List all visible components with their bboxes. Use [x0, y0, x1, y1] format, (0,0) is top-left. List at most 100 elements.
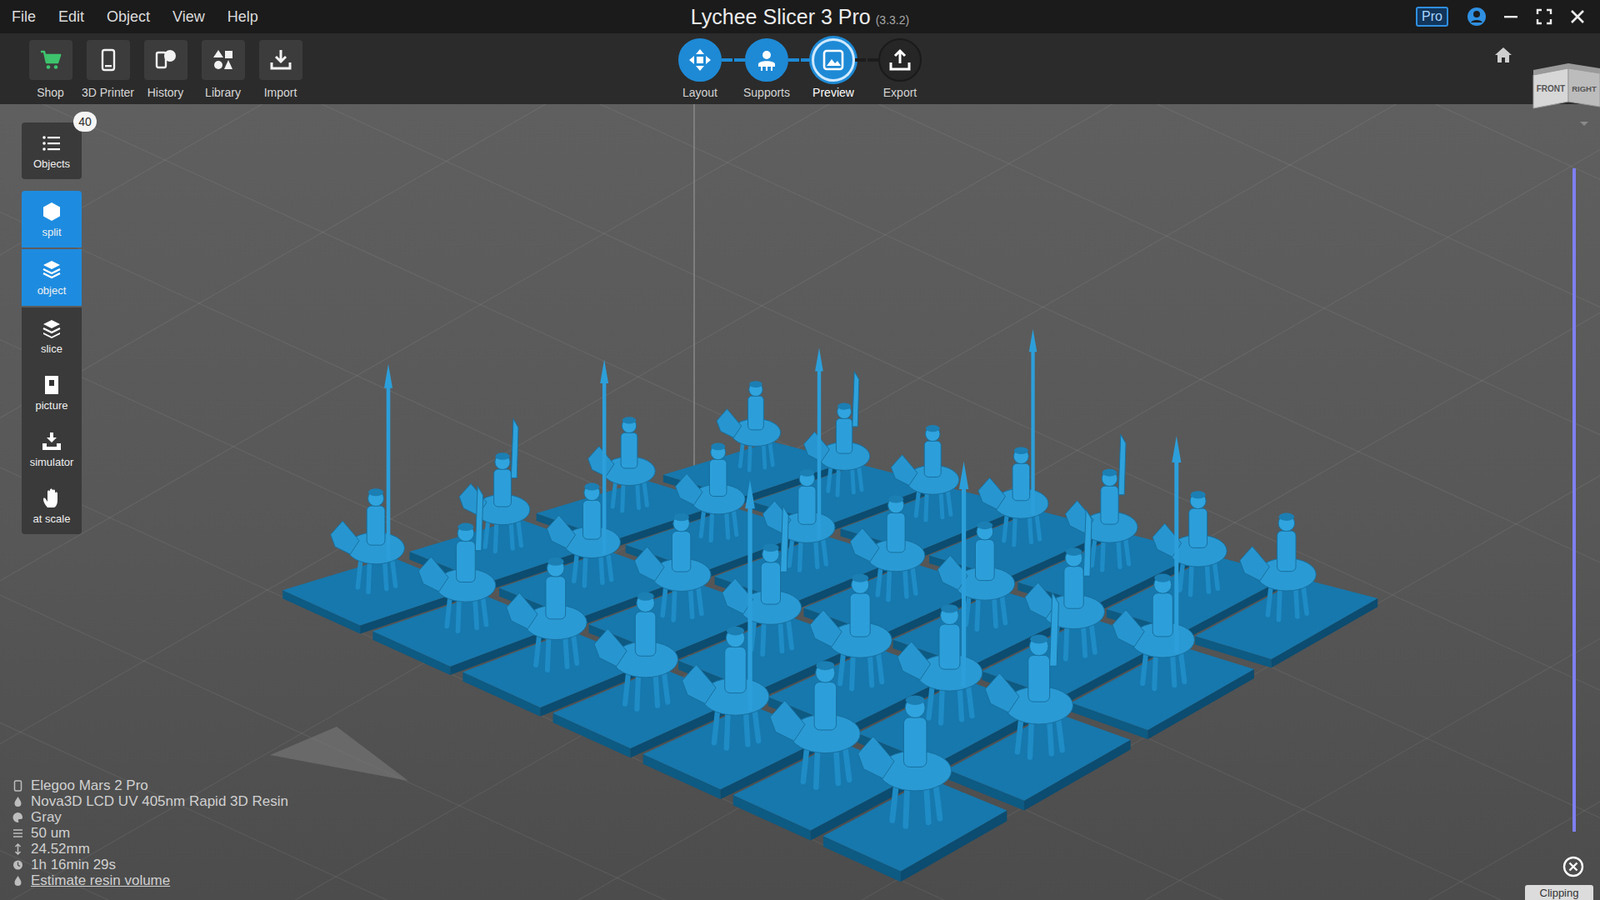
rider-torso	[583, 500, 602, 540]
rider-torso	[924, 440, 941, 477]
info-text: 1h 16min 29s	[30, 856, 116, 873]
workflow-step[interactable]: Preview	[800, 38, 867, 100]
menu-item[interactable]: Edit	[58, 8, 85, 26]
sword	[1050, 592, 1060, 666]
object-layers-icon	[40, 259, 63, 281]
minimize-icon[interactable]	[1501, 7, 1520, 26]
lance	[1030, 350, 1035, 515]
step-button[interactable]	[678, 38, 722, 82]
workflow-step[interactable]: Supports	[733, 38, 800, 100]
side-tool-button[interactable]: picture	[21, 364, 82, 421]
lance	[747, 506, 752, 711]
horse-head	[978, 477, 1006, 510]
horse-head	[985, 673, 1020, 713]
step-button[interactable]	[878, 38, 922, 82]
color-icon	[12, 811, 24, 824]
miniature-model[interactable]	[857, 461, 1042, 775]
toolbar-button[interactable]: 3D Printer	[79, 40, 137, 100]
maximize-icon[interactable]	[1535, 7, 1554, 26]
info-row[interactable]: Estimate resin volume	[12, 872, 289, 889]
estimate-link[interactable]: Estimate resin volume	[30, 872, 170, 889]
axis-line	[693, 104, 695, 480]
workflow-steps: Layout Supports Preview Export	[666, 33, 934, 100]
rider-torso	[939, 624, 960, 670]
side-tool-button[interactable]: at scale	[21, 477, 82, 535]
pro-badge[interactable]: Pro	[1415, 6, 1449, 27]
account-icon[interactable]	[1466, 6, 1487, 27]
miniature-model[interactable]	[929, 329, 1114, 587]
rider-torso	[1100, 485, 1119, 525]
side-toolbar: Objects 40 split object slice picture si…	[21, 122, 82, 535]
toolbar-button-box[interactable]	[144, 40, 188, 80]
step-button[interactable]	[811, 38, 855, 82]
info-text: 50 um	[30, 825, 70, 841]
miniature-model[interactable]	[499, 359, 685, 628]
cube-front-face[interactable]	[1533, 68, 1569, 109]
floor-grid	[0, 104, 1600, 900]
miniature-model[interactable]	[678, 505, 864, 701]
miniature-model[interactable]	[823, 695, 1008, 883]
cube-menu-icon[interactable]	[1580, 121, 1589, 126]
menu-item[interactable]: Object	[106, 8, 150, 26]
rider-torso	[903, 717, 926, 767]
toolbar-button-box[interactable]	[259, 40, 303, 80]
miniature-model[interactable]	[715, 347, 900, 612]
view-cube[interactable]: FRONTRIGHT	[1530, 58, 1600, 130]
side-tool-button[interactable]: Objects 40	[21, 122, 82, 180]
toolbar-button-box[interactable]	[86, 40, 130, 80]
toolbar-button-box[interactable]	[29, 40, 73, 80]
workflow-step[interactable]: Layout	[666, 38, 734, 100]
reset-clipping-icon[interactable]	[1561, 855, 1585, 879]
lance-tip	[600, 359, 609, 384]
miniature-model[interactable]	[1070, 435, 1255, 740]
window-title: Lychee Slicer 3 Pro (3.3.2)	[690, 5, 910, 30]
rider-cap	[457, 523, 474, 531]
side-tool-button[interactable]: simulator	[21, 420, 82, 478]
lance	[602, 381, 607, 555]
rider-cap	[888, 495, 904, 503]
history-icon	[153, 47, 179, 73]
rider-cap	[1102, 469, 1118, 477]
side-tool-button[interactable]: object	[21, 249, 82, 306]
horse-head	[418, 556, 449, 592]
miniature-model[interactable]	[947, 592, 1131, 810]
lance-tip	[745, 480, 755, 509]
info-text: 24.52mm	[30, 840, 90, 857]
lance-tip	[1029, 329, 1038, 353]
cube-front-label: FRONT	[1536, 84, 1565, 94]
clipping-slider[interactable]	[1572, 168, 1576, 832]
list-icon	[40, 132, 63, 155]
toolbar-button[interactable]: Library	[194, 40, 252, 100]
horse-head	[810, 610, 842, 647]
horse-head	[897, 641, 931, 680]
close-icon[interactable]	[1568, 7, 1587, 26]
export-icon	[887, 47, 913, 73]
step-connector	[867, 58, 879, 62]
build-plate-scene[interactable]	[0, 104, 1600, 900]
toolbar-button[interactable]: Shop	[21, 40, 80, 100]
rider-torso	[760, 562, 780, 605]
horse-head	[594, 629, 627, 667]
step-connector	[800, 58, 812, 62]
sword	[1083, 509, 1092, 576]
menu-item[interactable]: View	[172, 8, 205, 26]
cube-right-face[interactable]	[1568, 68, 1600, 107]
home-icon[interactable]	[1493, 45, 1514, 65]
side-tool-button[interactable]: slice	[21, 307, 82, 365]
3d-viewport[interactable]: Objects 40 split object slice picture si…	[0, 104, 1600, 900]
miniature-model[interactable]	[1195, 513, 1378, 669]
rider-torso	[886, 512, 905, 553]
sword	[1118, 434, 1126, 495]
menu-item[interactable]: File	[11, 8, 36, 26]
step-button[interactable]	[745, 38, 789, 82]
toolbar-button[interactable]: Import	[251, 40, 310, 100]
toolbar-button[interactable]: History	[136, 40, 195, 100]
rider-cap	[940, 604, 959, 613]
side-tool-button[interactable]: split	[21, 190, 82, 248]
toolbar-button-box[interactable]	[201, 40, 245, 80]
clipping-button[interactable]: Clipping	[1525, 885, 1594, 900]
menu-item[interactable]: Help	[227, 8, 259, 26]
link-icon	[12, 875, 24, 887]
workflow-step[interactable]: Export	[866, 38, 934, 100]
miniature-model[interactable]	[643, 480, 829, 800]
